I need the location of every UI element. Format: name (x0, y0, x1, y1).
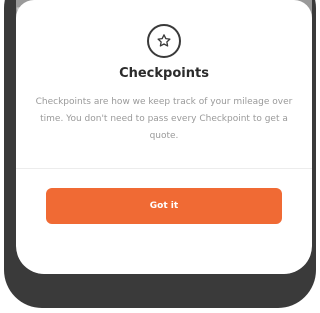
modal-divider (16, 168, 312, 169)
modal-title: Checkpoints (119, 66, 209, 81)
star-icon (147, 24, 181, 58)
got-it-button[interactable]: Got it (46, 188, 282, 224)
modal-body-text: Checkpoints are how we keep track of you… (35, 97, 293, 141)
phone-screen: 15 miles 20 Checkpoints Checkpoints are … (16, 0, 312, 274)
phone-frame: 15 miles 20 Checkpoints Checkpoints are … (4, 0, 316, 308)
checkpoints-modal: Checkpoints Checkpoints are how we keep … (16, 0, 312, 274)
